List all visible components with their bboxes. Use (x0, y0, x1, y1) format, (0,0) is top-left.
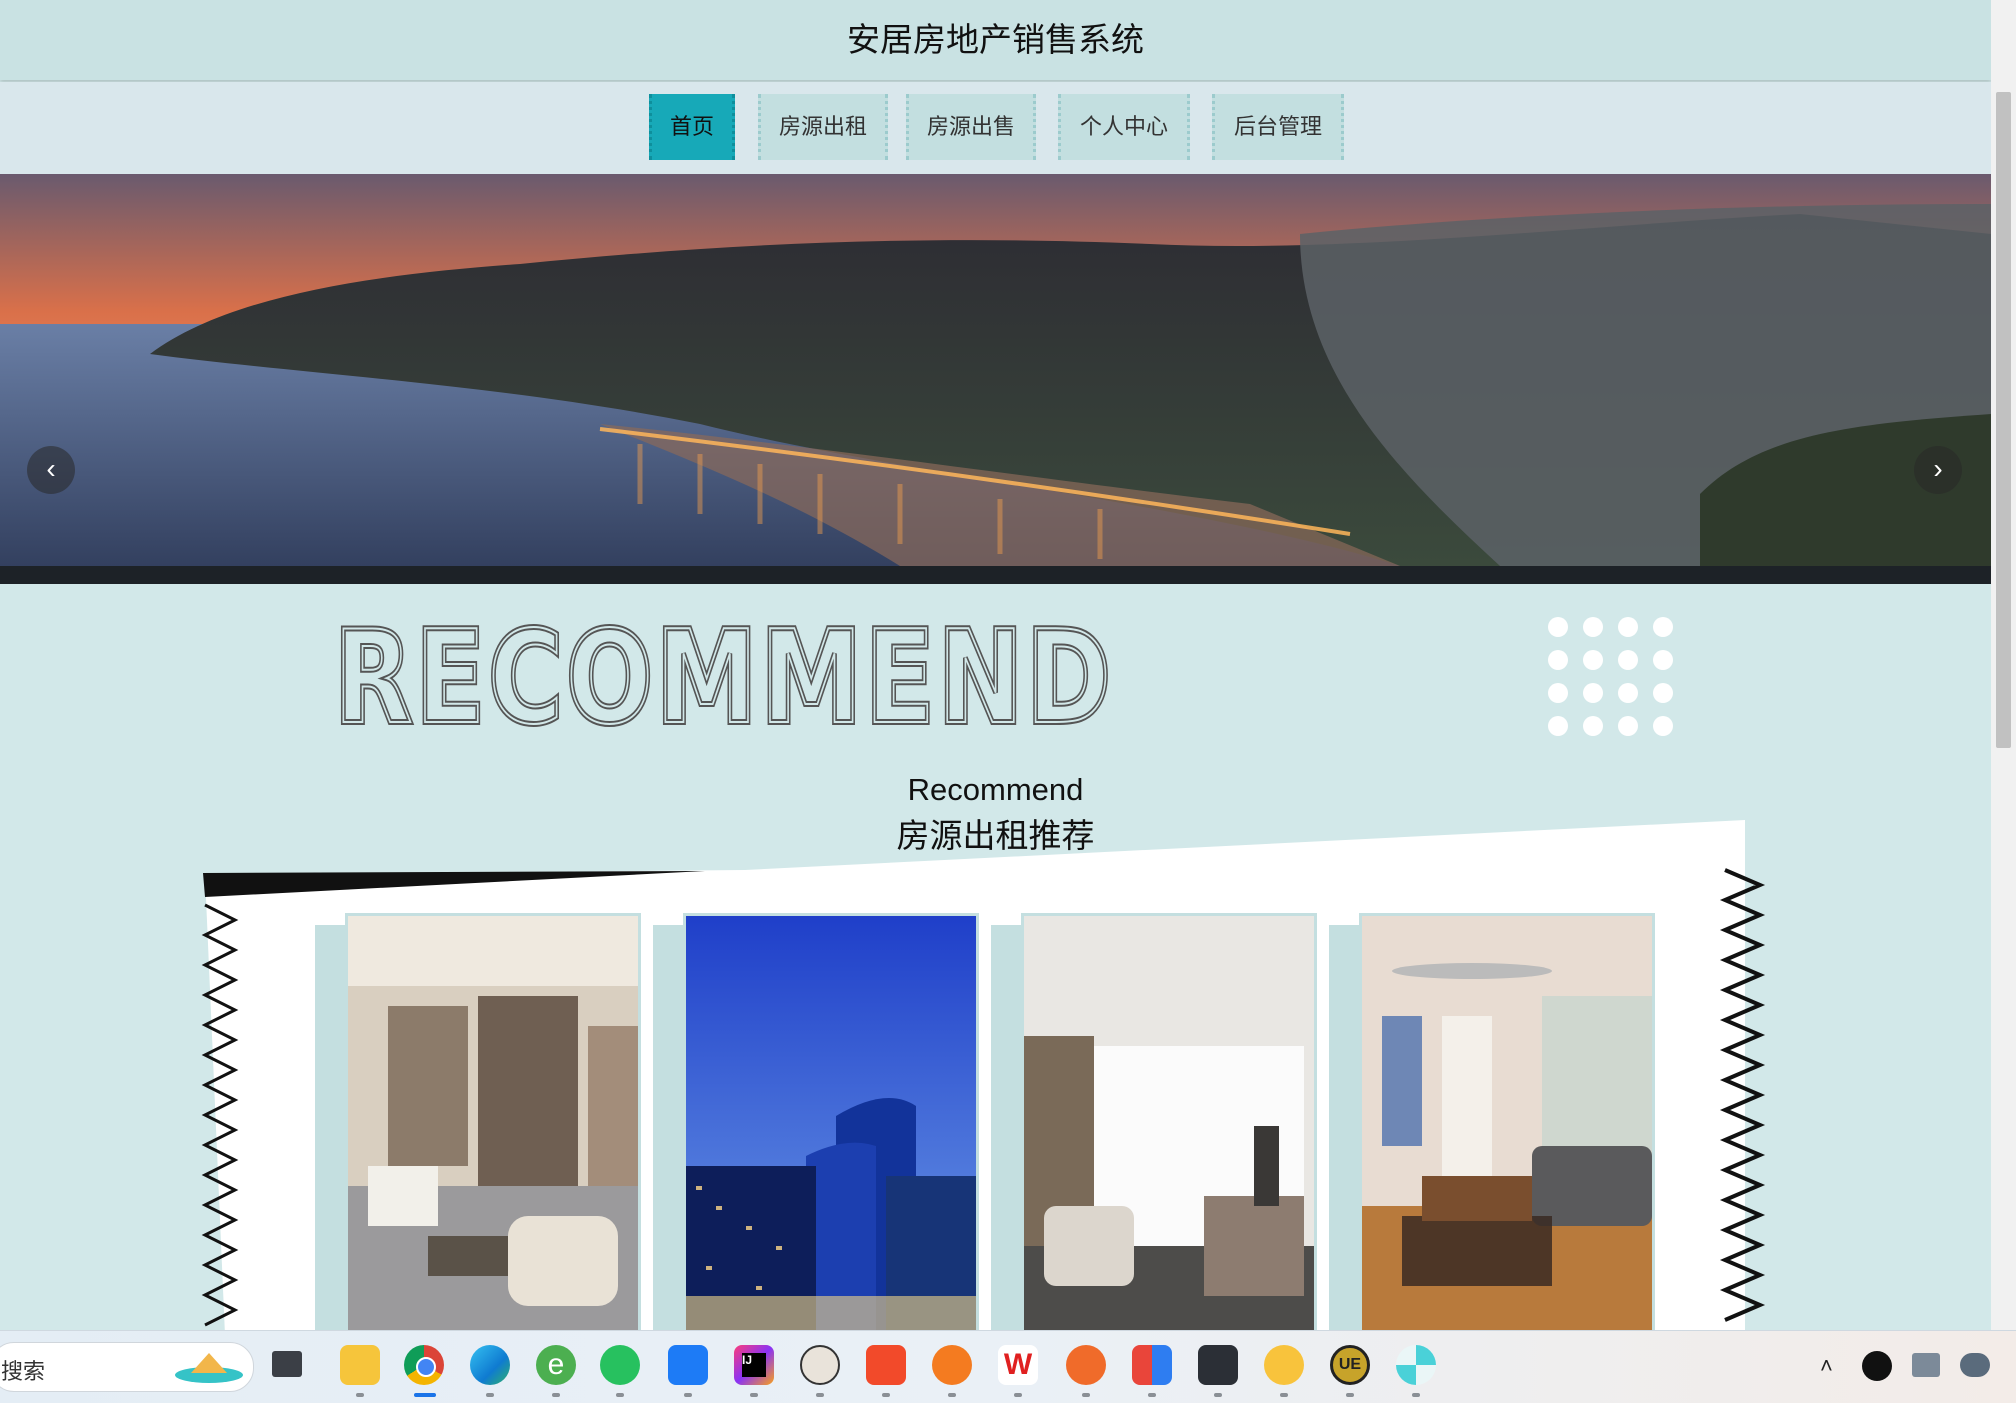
media-player-icon[interactable] (866, 1345, 906, 1385)
file-explorer-icon[interactable] (340, 1345, 380, 1385)
recommend-word-art: RECOMMEND RECOMMEND (331, 610, 1114, 730)
property-card[interactable] (653, 913, 979, 1330)
svg-text:RECOMMEND: RECOMMEND (334, 610, 1114, 730)
recommend-subtitle: 房源出租推荐 (896, 817, 1095, 854)
property-image[interactable] (1359, 913, 1655, 1330)
terminal-icon[interactable] (1198, 1345, 1238, 1385)
property-image[interactable] (1021, 913, 1317, 1330)
orange-app-icon[interactable] (932, 1345, 972, 1385)
property-card[interactable] (1329, 913, 1655, 1330)
edge-icon[interactable] (470, 1345, 510, 1385)
recommend-card-area (185, 815, 1785, 1330)
chevron-up-icon[interactable]: ˄ (1820, 1353, 1833, 1379)
paw-app-icon[interactable] (1264, 1345, 1304, 1385)
banner-bottom-strip (0, 566, 1991, 584)
site-title: 安居房地产销售系统 (847, 21, 1144, 58)
decorative-dots (1548, 617, 1673, 736)
nav-item-home[interactable]: 首页 (649, 94, 735, 160)
task-view-icon[interactable] (272, 1351, 302, 1377)
banner-image (0, 174, 1991, 566)
geek-uninstaller-icon[interactable] (800, 1345, 840, 1385)
nav-item-admin[interactable]: 后台管理 (1212, 94, 1344, 160)
search-placeholder: 搜索 (1, 1359, 46, 1384)
property-image[interactable] (345, 913, 641, 1330)
wps-icon[interactable]: W (998, 1345, 1038, 1385)
ultraedit-icon[interactable]: UE (1330, 1345, 1370, 1385)
cloud-icon[interactable] (1960, 1353, 1990, 1377)
property-card[interactable] (991, 913, 1317, 1330)
page-scrollbar[interactable] (1991, 0, 2016, 1330)
network-icon[interactable] (1912, 1353, 1940, 1377)
recommend-title: Recommend (907, 772, 1084, 807)
swirl-app-icon[interactable] (1396, 1345, 1436, 1385)
site-header: 安居房地产销售系统 (0, 0, 1991, 80)
pen-app-icon[interactable] (1066, 1345, 1106, 1385)
banner-carousel[interactable]: ‹ › (0, 174, 1991, 566)
nav-item-sale[interactable]: 房源出售 (906, 94, 1036, 160)
qq-icon[interactable] (1862, 1351, 1892, 1381)
ppt-tool-icon[interactable] (1132, 1345, 1172, 1385)
chevron-right-icon: › (1933, 453, 1943, 484)
wechat-icon[interactable] (600, 1345, 640, 1385)
browser-page: 安居房地产销售系统 首页 房源出租 房源出售 个人中心 后台管理 ‹ › REC… (0, 0, 1991, 1330)
main-nav: 首页 房源出租 房源出售 个人中心 后台管理 (0, 82, 1991, 174)
intellij-icon[interactable]: IJ (734, 1345, 774, 1385)
taskbar-search-box[interactable]: 搜索 (0, 1342, 254, 1392)
search-highlight-icon (175, 1353, 243, 1383)
nav-item-rent[interactable]: 房源出租 (758, 94, 888, 160)
chrome-icon[interactable] (404, 1345, 444, 1385)
feishu-icon[interactable] (668, 1345, 708, 1385)
property-image[interactable] (683, 913, 979, 1330)
banner-prev-button[interactable]: ‹ (27, 446, 75, 494)
property-card[interactable] (315, 913, 641, 1330)
scrollbar-thumb[interactable] (1996, 92, 2011, 748)
windows-taskbar: 搜索 e IJ W UE ˄ (0, 1330, 2016, 1403)
nav-item-profile[interactable]: 个人中心 (1058, 94, 1190, 160)
chevron-left-icon: ‹ (46, 453, 56, 484)
banner-next-button[interactable]: › (1914, 446, 1962, 494)
ie-icon[interactable]: e (536, 1345, 576, 1385)
